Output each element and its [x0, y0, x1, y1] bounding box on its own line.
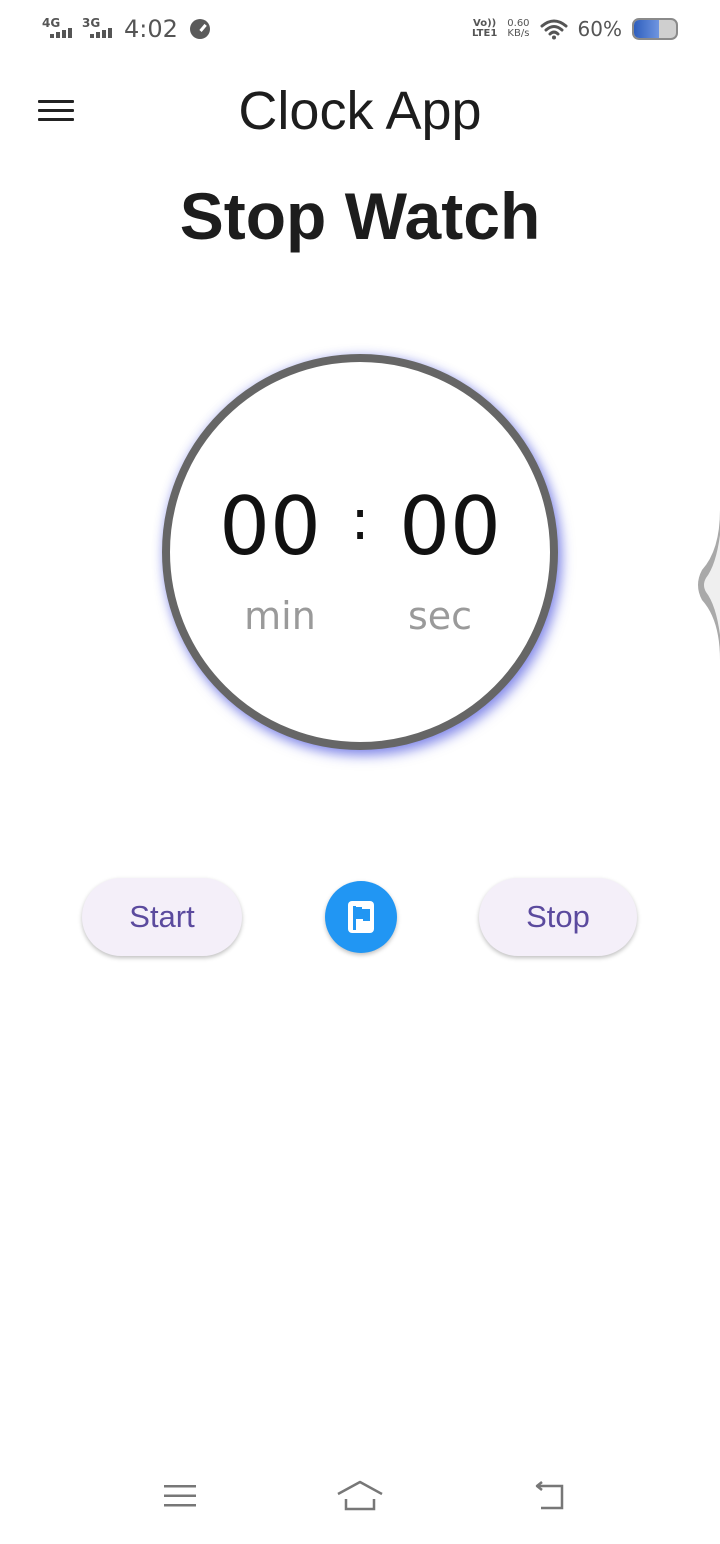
minutes-value: 00: [219, 480, 321, 573]
back-button[interactable]: [524, 1476, 574, 1516]
seconds-unit: sec: [407, 594, 473, 638]
wifi-icon: [540, 19, 568, 40]
side-panel-handle[interactable]: [694, 510, 720, 660]
battery-percent: 60%: [577, 17, 622, 41]
battery-fill: [634, 20, 660, 38]
network-speed-unit: KB/s: [507, 28, 530, 39]
system-nav-bar: [0, 1464, 720, 1544]
page-title: Stop Watch: [179, 179, 541, 253]
volte-icon: Vo)) LTE1: [472, 19, 497, 39]
stop-button[interactable]: Stop: [479, 878, 637, 956]
home-button[interactable]: [335, 1476, 385, 1516]
status-time: 4:02: [124, 15, 178, 43]
signal-icon-sim2: 3G: [82, 16, 116, 42]
time-display: 00 : 00: [170, 480, 550, 573]
app-title: Clock App: [238, 81, 482, 141]
status-right: Vo)) LTE1 0.60 KB/s 60%: [472, 14, 678, 44]
battery-icon: [632, 18, 678, 40]
lap-button[interactable]: [325, 881, 397, 953]
back-icon: [535, 1481, 564, 1510]
status-bar: 4G 3G 4:02 Vo)) LTE1 0.60 KB/s 60%: [0, 0, 720, 58]
lte-label: LTE1: [471, 28, 498, 39]
recent-apps-button[interactable]: [155, 1476, 205, 1516]
time-separator: :: [350, 488, 370, 553]
minutes-unit: min: [244, 594, 316, 638]
flag-icon: [348, 901, 374, 933]
menu-lines-icon: [164, 1485, 196, 1507]
seconds-value: 00: [399, 480, 501, 573]
data-saver-icon: [189, 19, 210, 39]
stopwatch-dial: 00 : 00 min sec: [162, 354, 558, 750]
start-button[interactable]: Start: [82, 878, 242, 956]
time-units: min sec: [170, 594, 550, 638]
network-speed: 0.60 KB/s: [507, 19, 529, 39]
signal-icon-sim1: 4G: [42, 16, 76, 42]
status-left: 4G 3G 4:02: [42, 14, 210, 44]
home-icon: [337, 1480, 383, 1511]
